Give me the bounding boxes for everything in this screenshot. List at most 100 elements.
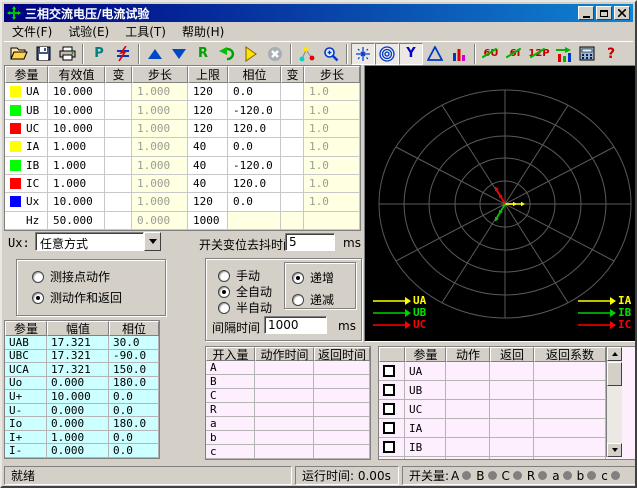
reset-r-button[interactable]: R — [191, 43, 215, 65]
derived-name: U- — [5, 404, 47, 418]
scroll-down-button[interactable] — [607, 443, 622, 457]
combobox-dropdown-button[interactable] — [144, 232, 161, 251]
close-button[interactable] — [614, 6, 630, 20]
checkbox-cell[interactable] — [379, 438, 405, 457]
scroll-thumb[interactable] — [607, 362, 622, 386]
phase-cell[interactable]: -120.0 — [228, 101, 281, 119]
open-button[interactable] — [7, 43, 31, 65]
limit-cell[interactable]: 120 — [188, 83, 228, 101]
radio-semi-auto[interactable]: 半自动 — [218, 299, 272, 316]
limit-cell[interactable]: 120 — [188, 120, 228, 138]
debounce-input[interactable] — [285, 233, 335, 251]
help-button[interactable]: ? — [599, 43, 623, 65]
vertical-scrollbar[interactable] — [606, 347, 622, 457]
radio-increment[interactable]: 递增 — [292, 269, 334, 286]
value-cell[interactable]: 50.000 — [48, 212, 105, 230]
step-down-button[interactable] — [167, 43, 191, 65]
radio-full-auto[interactable]: 全自动 — [218, 283, 272, 300]
value-cell[interactable]: 1.000 — [48, 138, 105, 156]
value-cell[interactable]: 1.000 — [48, 175, 105, 193]
delta-connection-button[interactable] — [423, 43, 447, 65]
limit-cell[interactable]: 40 — [188, 157, 228, 175]
vary-cell[interactable] — [281, 157, 304, 175]
radio-decrement[interactable]: 递减 — [292, 291, 334, 308]
radio-manual[interactable]: 手动 — [218, 267, 260, 284]
calculator-button[interactable] — [575, 43, 599, 65]
vary-cell[interactable] — [105, 101, 132, 119]
minimize-button[interactable] — [578, 6, 594, 20]
limit-cell[interactable]: 120 — [188, 193, 228, 211]
value-cell[interactable]: 10.000 — [48, 120, 105, 138]
checkbox-cell[interactable] — [379, 457, 405, 460]
value-cell[interactable]: 10.000 — [48, 83, 105, 101]
input-name: C — [206, 389, 255, 403]
phase-cell[interactable]: 120.0 — [228, 120, 281, 138]
vary-cell[interactable] — [105, 193, 132, 211]
interval-input[interactable] — [264, 316, 327, 334]
menu-test[interactable]: 试验(E) — [60, 22, 117, 42]
phase-cell[interactable]: 0.0 — [228, 193, 281, 211]
vary-cell[interactable] — [281, 138, 304, 156]
action-cell — [446, 381, 490, 400]
vary-cell[interactable] — [281, 83, 304, 101]
value-cell[interactable]: 1.000 — [48, 157, 105, 175]
vary-cell[interactable] — [105, 157, 132, 175]
phasor-map-button[interactable] — [295, 43, 319, 65]
menu-help[interactable]: 帮助(H) — [174, 22, 232, 42]
limit-cell[interactable]: 40 — [188, 138, 228, 156]
vary-cell[interactable] — [105, 212, 132, 230]
checkbox-cell[interactable] — [379, 419, 405, 438]
value-cell[interactable]: 10.000 — [48, 193, 105, 211]
vary-cell[interactable] — [281, 175, 304, 193]
bar-chart-button[interactable] — [447, 43, 471, 65]
zoom-button[interactable] — [319, 43, 343, 65]
start-button[interactable] — [239, 43, 263, 65]
radio-contact-action[interactable]: 测接点动作 — [32, 268, 110, 285]
six-voltage-button[interactable]: 6U — [479, 43, 503, 65]
stop-button[interactable] — [263, 43, 287, 65]
arrow-icon — [373, 309, 411, 317]
save-button[interactable] — [31, 43, 55, 65]
vary-cell[interactable] — [281, 193, 304, 211]
phase-cell[interactable]: 120.0 — [228, 175, 281, 193]
vary-cell[interactable] — [105, 83, 132, 101]
impedance-button[interactable] — [111, 43, 135, 65]
polar-grid-button[interactable] — [375, 43, 399, 65]
radio-action-and-return[interactable]: 测动作和返回 — [32, 289, 122, 306]
ux-mode-combobox[interactable]: 任意方式 — [35, 232, 161, 251]
menu-file[interactable]: 文件(F) — [4, 22, 60, 42]
checkbox-cell[interactable] — [379, 381, 405, 400]
checkbox-cell[interactable] — [379, 362, 405, 381]
stop-icon — [267, 46, 283, 62]
wye-connection-button[interactable]: Y — [399, 43, 423, 65]
vary-cell[interactable] — [105, 175, 132, 193]
undo-button[interactable] — [215, 43, 239, 65]
limit-cell[interactable]: 1000 — [188, 212, 228, 230]
checkbox-cell[interactable] — [379, 400, 405, 419]
derived-magnitude: 1.000 — [47, 431, 109, 445]
limit-cell[interactable]: 40 — [188, 175, 228, 193]
limit-cell[interactable]: 120 — [188, 101, 228, 119]
vary-cell[interactable] — [281, 120, 304, 138]
harmonics-button[interactable] — [551, 43, 575, 65]
param-name-cell: UA — [5, 83, 48, 101]
phase-p-button[interactable]: P — [87, 43, 111, 65]
print-button[interactable] — [55, 43, 79, 65]
twelve-phase-button[interactable]: 12P — [527, 43, 551, 65]
phase-cell[interactable]: 0.0 — [228, 138, 281, 156]
crosshair-view-button[interactable] — [351, 43, 375, 65]
step-up-button[interactable] — [143, 43, 167, 65]
vary-cell[interactable] — [281, 101, 304, 119]
maximize-button[interactable] — [596, 6, 612, 20]
param-name: UB — [405, 381, 446, 400]
vary-cell[interactable] — [105, 138, 132, 156]
scroll-up-button[interactable] — [607, 347, 622, 361]
phase-cell[interactable]: -120.0 — [228, 157, 281, 175]
param-name-cell: UB — [5, 101, 48, 119]
menu-tools[interactable]: 工具(T) — [117, 22, 174, 42]
six-current-button[interactable]: 6I — [503, 43, 527, 65]
vary-cell[interactable] — [105, 120, 132, 138]
value-cell[interactable]: 10.000 — [48, 101, 105, 119]
phase-cell[interactable]: 0.0 — [228, 83, 281, 101]
legend-ub: UB — [373, 307, 426, 318]
